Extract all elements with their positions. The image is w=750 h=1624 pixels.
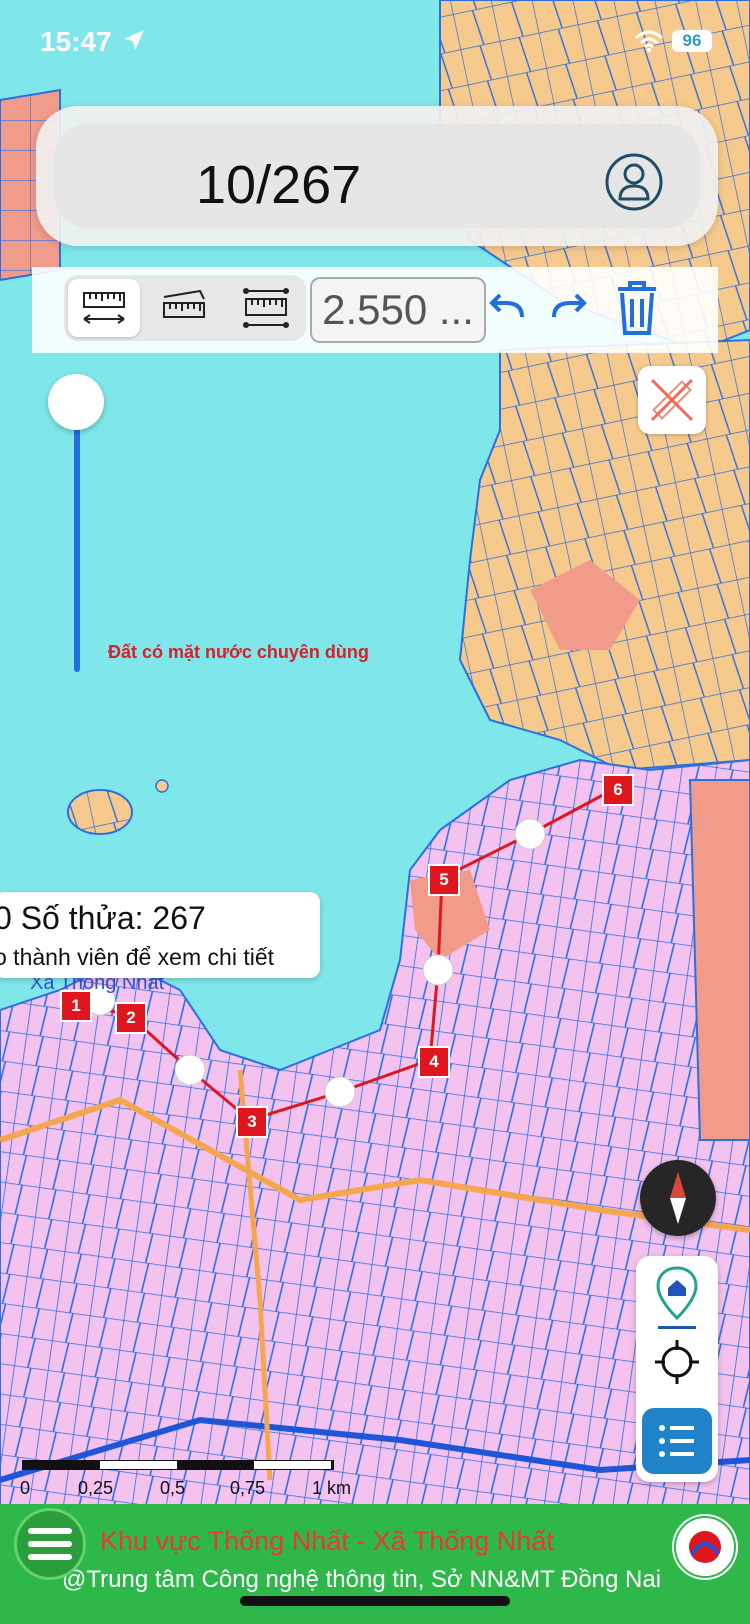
scale-label-025: 0,25: [78, 1478, 114, 1498]
measure-value[interactable]: 2.550 ...: [310, 277, 486, 343]
crosshair-icon[interactable]: [653, 1338, 701, 1386]
home-location-icon[interactable]: [652, 1264, 702, 1324]
scale-bar: 0 0,25 0,5 0,75 1 km: [20, 1456, 360, 1506]
route-point-5[interactable]: 5: [428, 864, 460, 896]
menu-button[interactable]: [14, 1508, 86, 1580]
logo-icon: [674, 1516, 736, 1578]
ruler-frame-icon: [243, 288, 289, 328]
logo: [672, 1514, 738, 1580]
route-point-4[interactable]: 4: [418, 1046, 450, 1078]
home-indicator: [240, 1596, 510, 1606]
compass-button[interactable]: [640, 1160, 716, 1236]
footer-title: Khu vực Thống Nhất - Xã Thống Nhất: [100, 1526, 554, 1556]
measure-distance-button[interactable]: [68, 279, 140, 337]
location-arrow-icon: [124, 30, 144, 50]
status-bar: 15:47 96: [0, 0, 750, 90]
scale-label-1km: 1 km: [312, 1478, 352, 1498]
battery-indicator: 96: [672, 30, 712, 52]
footer-banner: Khu vực Thống Nhất - Xã Thống Nhất @Trun…: [0, 1504, 750, 1624]
scale-bar-track: [22, 1460, 334, 1470]
area-label: Đất có mặt nước chuyên dùng: [108, 642, 369, 662]
zoom-slider-handle[interactable]: [48, 374, 104, 430]
route-point-2[interactable]: 2: [115, 1002, 147, 1034]
footer-subtitle: @Trung tâm Công nghệ thông tin, Sở NN&MT…: [62, 1566, 662, 1593]
list-icon: [659, 1425, 694, 1457]
undo-icon[interactable]: [482, 277, 532, 337]
measure-frame-button[interactable]: [230, 279, 302, 337]
close-measure-icon: [650, 378, 694, 422]
user-icon[interactable]: [604, 152, 664, 212]
measure-area-button[interactable]: [148, 279, 220, 337]
status-time: 15:47: [40, 26, 112, 57]
route-point-3[interactable]: 3: [236, 1106, 268, 1138]
close-measure-button[interactable]: [638, 366, 706, 434]
compass-icon: [670, 1172, 686, 1224]
panel-divider: [658, 1326, 696, 1329]
ruler-distance-icon: [83, 292, 125, 324]
scale-label-0: 0: [20, 1478, 31, 1498]
zoom-slider-track[interactable]: [74, 400, 80, 672]
scale-label-05: 0,5: [160, 1478, 186, 1498]
list-button[interactable]: [642, 1408, 712, 1474]
parcel-count-text: 0 Số thửa: 267: [0, 900, 206, 936]
redo-icon[interactable]: [544, 277, 594, 337]
map-controls-panel: [636, 1256, 718, 1482]
result-count: 10/267: [196, 155, 362, 215]
parcel-info-popup[interactable]: 0 Số thửa: 267 o thành viên để xem chi t…: [0, 892, 320, 978]
measure-mode-segment: [64, 275, 306, 341]
measure-toolbar: 2.550 ...: [32, 267, 718, 353]
parcel-hint-text: o thành viên để xem chi tiết: [0, 944, 274, 970]
wifi-icon: [634, 30, 664, 52]
ruler-area-icon: [163, 289, 205, 318]
route-point-6[interactable]: 6: [602, 774, 634, 806]
menu-icon: [28, 1528, 72, 1560]
scale-label-075: 0,75: [230, 1478, 266, 1498]
trash-icon[interactable]: [610, 277, 664, 339]
